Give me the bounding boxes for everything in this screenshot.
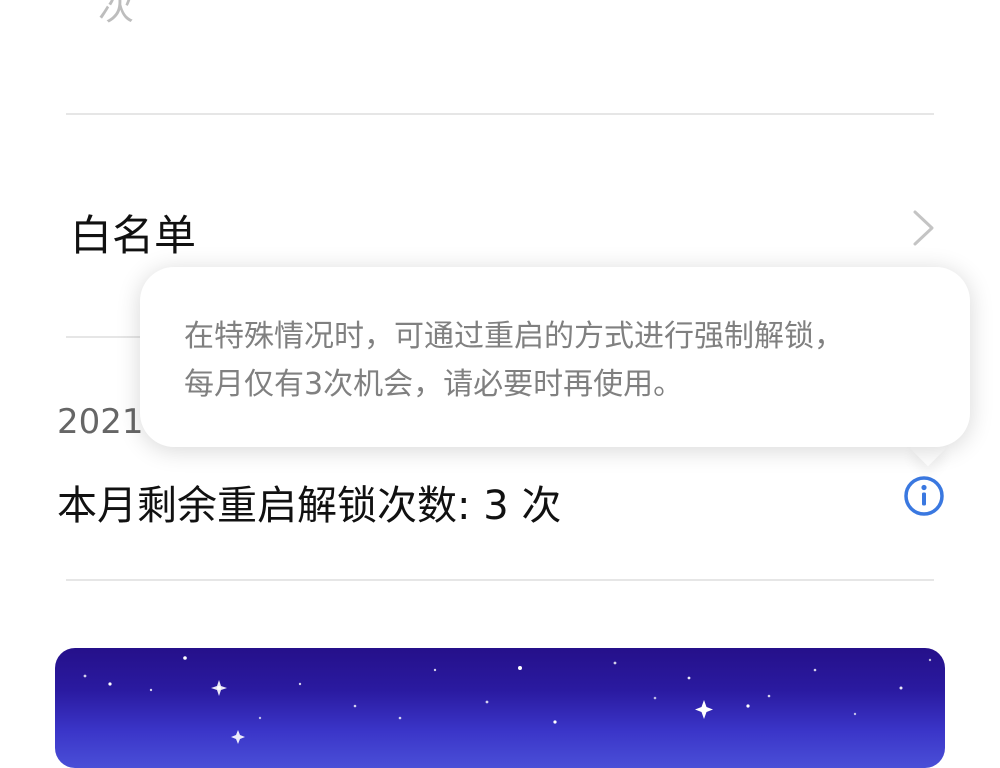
tooltip-text: 在特殊情况时，可通过重启的方式进行强制解锁， 每月仅有3次机会，请必要时再使用。 xyxy=(184,313,944,409)
previous-row-partial-text: 次 xyxy=(98,0,135,28)
remaining-unlock-row: 本月剩余重启解锁次数: 3 次 xyxy=(0,470,1000,530)
info-tooltip: 在特殊情况时，可通过重启的方式进行强制解锁， 每月仅有3次机会，请必要时再使用。 xyxy=(140,267,970,447)
chevron-right-icon xyxy=(913,210,934,246)
whitelist-label: 白名单 xyxy=(70,211,197,260)
info-icon[interactable] xyxy=(903,475,945,517)
tooltip-line-1: 在特殊情况时，可通过重启的方式进行强制解锁， xyxy=(184,319,844,354)
tooltip-line-2: 每月仅有3次机会，请必要时再使用。 xyxy=(184,367,684,402)
year-text: 2021 xyxy=(57,402,144,442)
remaining-unlock-count-text: 本月剩余重启解锁次数: 3 次 xyxy=(57,483,562,529)
divider xyxy=(66,113,934,115)
whitelist-row[interactable]: 白名单 xyxy=(0,190,1000,270)
stars-decoration xyxy=(83,656,932,744)
night-sky-banner[interactable] xyxy=(55,648,945,768)
divider xyxy=(66,579,934,581)
